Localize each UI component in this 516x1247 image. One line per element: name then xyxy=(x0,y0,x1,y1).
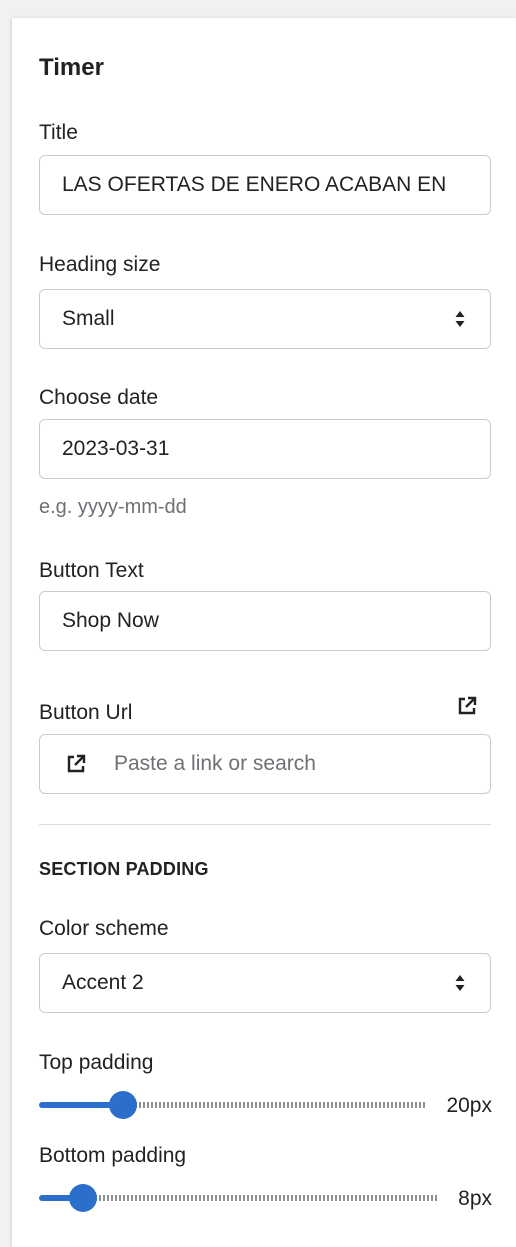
select-arrows-icon xyxy=(455,311,465,327)
button-text-input[interactable]: Shop Now xyxy=(39,591,491,651)
top-padding-track xyxy=(123,1102,425,1108)
top-padding-thumb[interactable] xyxy=(109,1091,137,1119)
bottom-padding-track xyxy=(83,1195,439,1201)
top-padding-label: Top padding xyxy=(39,1051,154,1074)
choose-date-label: Choose date xyxy=(39,386,159,409)
select-arrows-icon xyxy=(455,975,465,991)
settings-panel: Timer Title LAS OFERTAS DE ENERO ACABAN … xyxy=(12,18,516,1247)
title-input[interactable]: LAS OFERTAS DE ENERO ACABAN EN xyxy=(39,155,491,215)
button-text-label: Button Text xyxy=(39,559,144,582)
divider xyxy=(39,824,491,825)
color-scheme-label: Color scheme xyxy=(39,917,169,940)
date-input-value: 2023-03-31 xyxy=(62,437,170,460)
bottom-padding-label: Bottom padding xyxy=(39,1144,187,1167)
date-input[interactable]: 2023-03-31 xyxy=(39,419,491,479)
external-link-icon[interactable] xyxy=(456,695,478,717)
heading-size-value: Small xyxy=(62,307,115,330)
button-url-label: Button Url xyxy=(39,701,133,724)
heading-size-label: Heading size xyxy=(39,253,161,276)
bottom-padding-slider[interactable] xyxy=(39,1183,439,1213)
heading-size-select[interactable]: Small xyxy=(39,289,491,349)
button-url-placeholder: Paste a link or search xyxy=(114,752,316,775)
color-scheme-select[interactable]: Accent 2 xyxy=(39,953,491,1013)
color-scheme-value: Accent 2 xyxy=(62,971,144,994)
bottom-padding-thumb[interactable] xyxy=(69,1184,97,1212)
date-help-text: e.g. yyyy-mm-dd xyxy=(39,496,187,518)
button-url-input[interactable]: Paste a link or search xyxy=(39,734,491,794)
title-input-value: LAS OFERTAS DE ENERO ACABAN EN xyxy=(62,173,447,196)
section-title: Timer xyxy=(39,54,104,81)
section-padding-heading: SECTION PADDING xyxy=(39,859,209,879)
link-icon xyxy=(67,754,86,773)
title-label: Title xyxy=(39,121,78,144)
button-text-value: Shop Now xyxy=(62,609,159,632)
top-padding-slider[interactable] xyxy=(39,1090,425,1120)
bottom-padding-value: 8px xyxy=(458,1187,492,1210)
top-padding-value: 20px xyxy=(446,1094,492,1117)
